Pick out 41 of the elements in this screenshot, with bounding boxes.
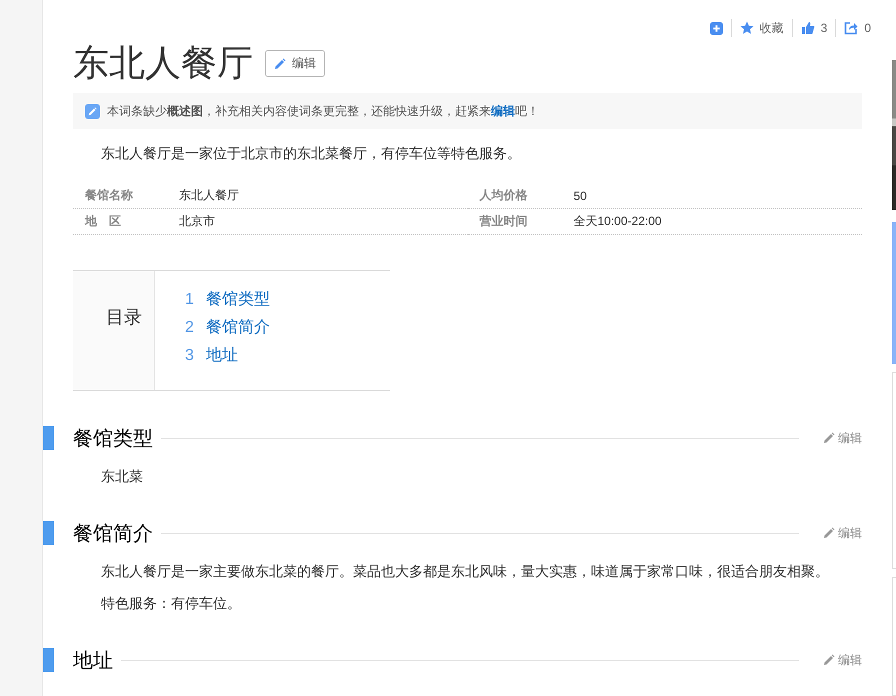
info-value: 全天10:00-22:00 <box>574 213 662 230</box>
share-count: 0 <box>864 21 871 35</box>
edit-link[interactable]: 编辑 <box>823 652 862 668</box>
toc-link[interactable]: 2 餐馆简介 <box>185 317 270 339</box>
summary-text: 东北人餐厅是一家位于北京市的东北菜餐厅，有停车位等特色服务。 <box>100 144 522 163</box>
paragraph: 东北人餐厅是一家主要做东北菜的餐厅。菜品也大多都是东北风味，量大实惠，味道属于家常口味，很适合朋友相聚。 <box>100 562 830 581</box>
star-icon[interactable] <box>740 21 754 35</box>
section-marker <box>43 521 54 545</box>
info-label: 餐馆名称 <box>85 187 134 204</box>
edit-link[interactable]: 编辑 <box>823 430 862 446</box>
pencil-icon <box>823 432 835 444</box>
share-icon[interactable] <box>844 21 858 35</box>
toc-link[interactable]: 3 地址 <box>185 345 270 367</box>
info-label: 营业时间 <box>480 213 528 230</box>
collect-label[interactable]: 收藏 <box>760 20 784 36</box>
toc-title: 目录 <box>106 306 142 329</box>
section-title: 餐馆类型 <box>73 426 154 452</box>
edit-link[interactable]: 编辑 <box>491 104 515 118</box>
thumbs-up-icon[interactable] <box>800 21 815 35</box>
paragraph: 东北菜 <box>100 467 144 486</box>
edit-button[interactable]: 编辑 <box>265 50 325 77</box>
edit-link[interactable]: 编辑 <box>823 524 862 542</box>
notice-text: 本词条缺少概述图，补充相关内容使词条更完整，还能快速升级，赶紧来编辑吧！ <box>107 102 539 120</box>
like-count: 3 <box>820 21 828 35</box>
pencil-icon <box>85 104 100 118</box>
info-label: 地 区 <box>85 213 122 230</box>
section-title: 地址 <box>73 648 114 674</box>
pencil-icon <box>274 58 286 70</box>
add-icon[interactable] <box>710 22 723 34</box>
info-value: 东北人餐厅 <box>179 187 239 204</box>
paragraph: 特色服务：有停车位。 <box>100 594 242 613</box>
info-label: 人均价格 <box>480 187 528 204</box>
pencil-icon <box>823 654 835 666</box>
info-value: 北京市 <box>179 213 215 230</box>
section-title: 餐馆简介 <box>73 522 154 546</box>
toc-link[interactable]: 1 餐馆类型 <box>185 289 270 311</box>
info-value: 50 <box>574 188 587 202</box>
page-title: 东北人餐厅 <box>73 41 253 85</box>
section-marker <box>43 648 54 672</box>
section-marker <box>43 426 54 450</box>
pencil-icon <box>823 527 835 539</box>
